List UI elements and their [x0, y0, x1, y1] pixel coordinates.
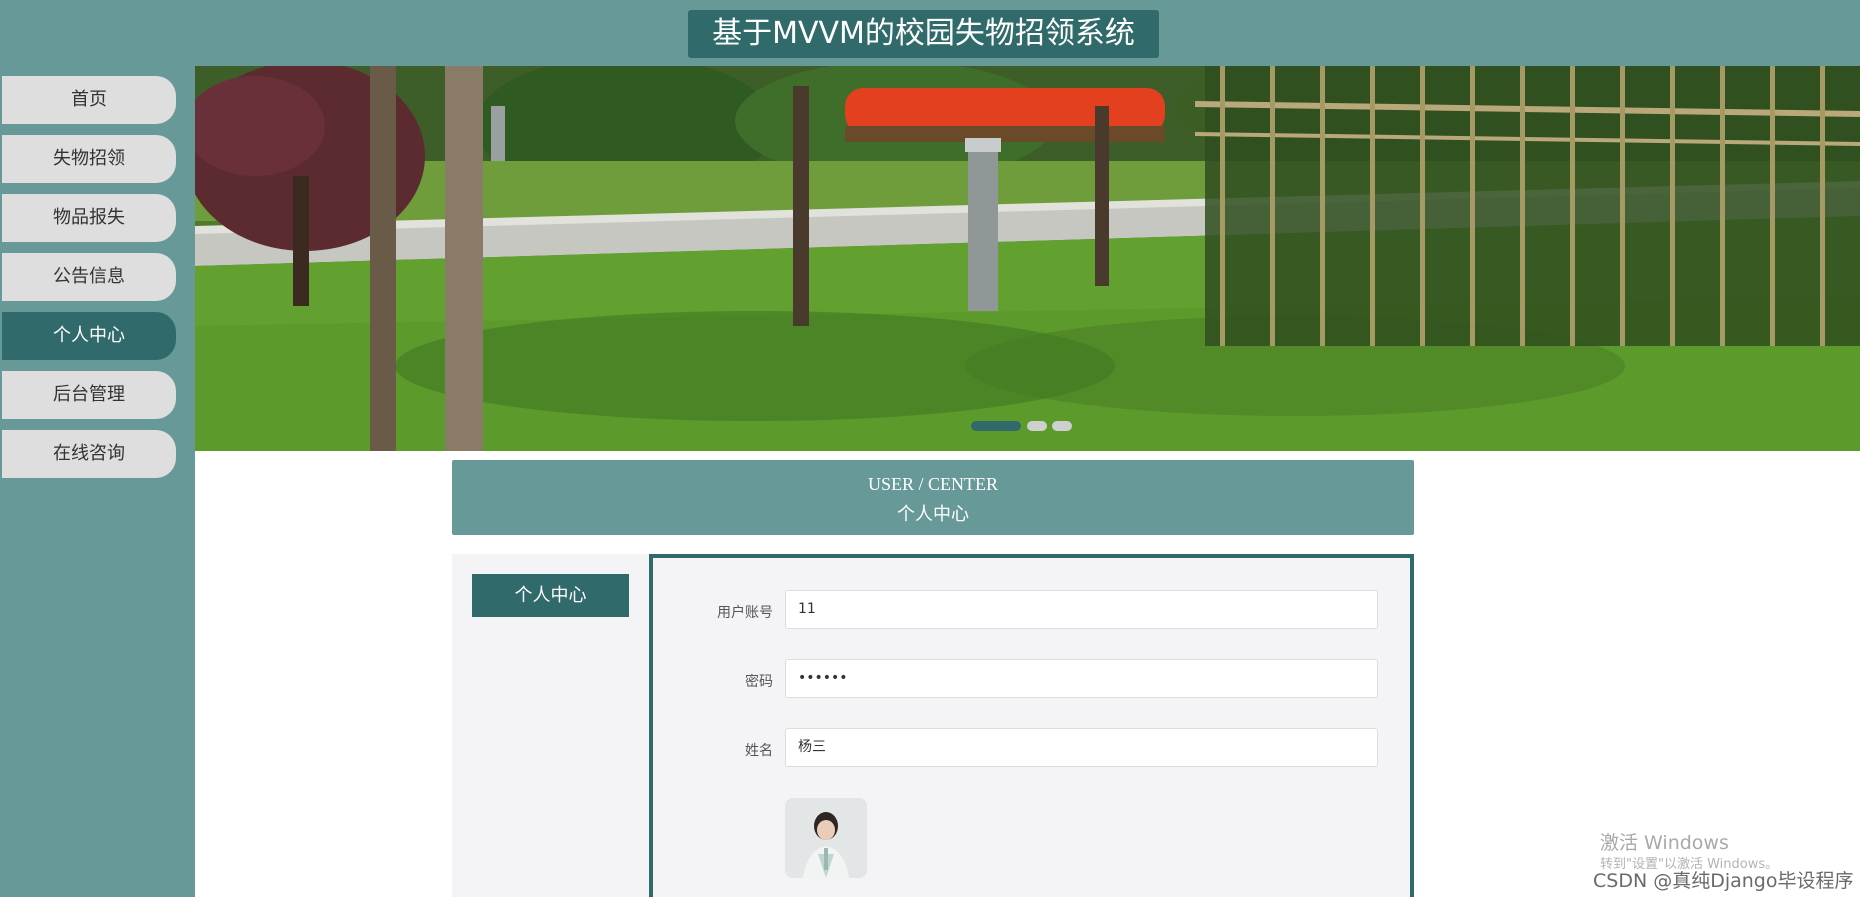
sidebar-item-personal-center[interactable]: 个人中心: [2, 312, 176, 360]
profile-form: 用户账号 11 密码 •••••• 姓名 杨三: [649, 554, 1414, 897]
name-field[interactable]: 杨三: [785, 728, 1378, 767]
sidebar-item-online-consult[interactable]: 在线咨询: [2, 430, 176, 478]
tab-personal-center[interactable]: 个人中心: [472, 574, 629, 617]
username-label: 用户账号: [717, 605, 773, 621]
windows-activation-watermark: 激活 Windows: [1600, 832, 1729, 854]
sidebar-item-announcements[interactable]: 公告信息: [2, 253, 176, 301]
banner-image: [195, 66, 1860, 451]
csdn-watermark: CSDN @真纯Django毕设程序: [1593, 870, 1854, 892]
avatar-image: [785, 798, 867, 878]
section-title-cn: 个人中心: [897, 504, 969, 525]
password-label: 密码: [745, 674, 773, 690]
top-header-bar: 基于MVVM的校园失物招领系统: [0, 0, 1860, 66]
section-header: USER / CENTER 个人中心: [452, 460, 1414, 535]
sidebar-item-report-lost[interactable]: 物品报失: [2, 194, 176, 242]
sidebar-item-lost-found[interactable]: 失物招领: [2, 135, 176, 183]
username-field[interactable]: 11: [785, 590, 1378, 629]
name-label: 姓名: [745, 743, 773, 759]
carousel-dot-3[interactable]: [1052, 421, 1072, 431]
password-field[interactable]: ••••••: [785, 659, 1378, 698]
carousel-indicators: [971, 417, 1091, 435]
carousel-dot-2[interactable]: [1027, 421, 1047, 431]
section-title-en: USER / CENTER: [867, 474, 998, 494]
avatar-upload[interactable]: [785, 798, 867, 878]
site-title: 基于MVVM的校园失物招领系统: [688, 10, 1159, 58]
sidebar-nav: 首页 失物招领 物品报失 公告信息 个人中心 后台管理 在线咨询: [0, 66, 195, 897]
sidebar-item-admin[interactable]: 后台管理: [2, 371, 176, 419]
carousel-dot-1[interactable]: [971, 421, 1021, 431]
sidebar-item-home[interactable]: 首页: [2, 76, 176, 124]
user-center-menu: 个人中心: [452, 554, 650, 897]
banner-carousel: [195, 66, 1860, 451]
